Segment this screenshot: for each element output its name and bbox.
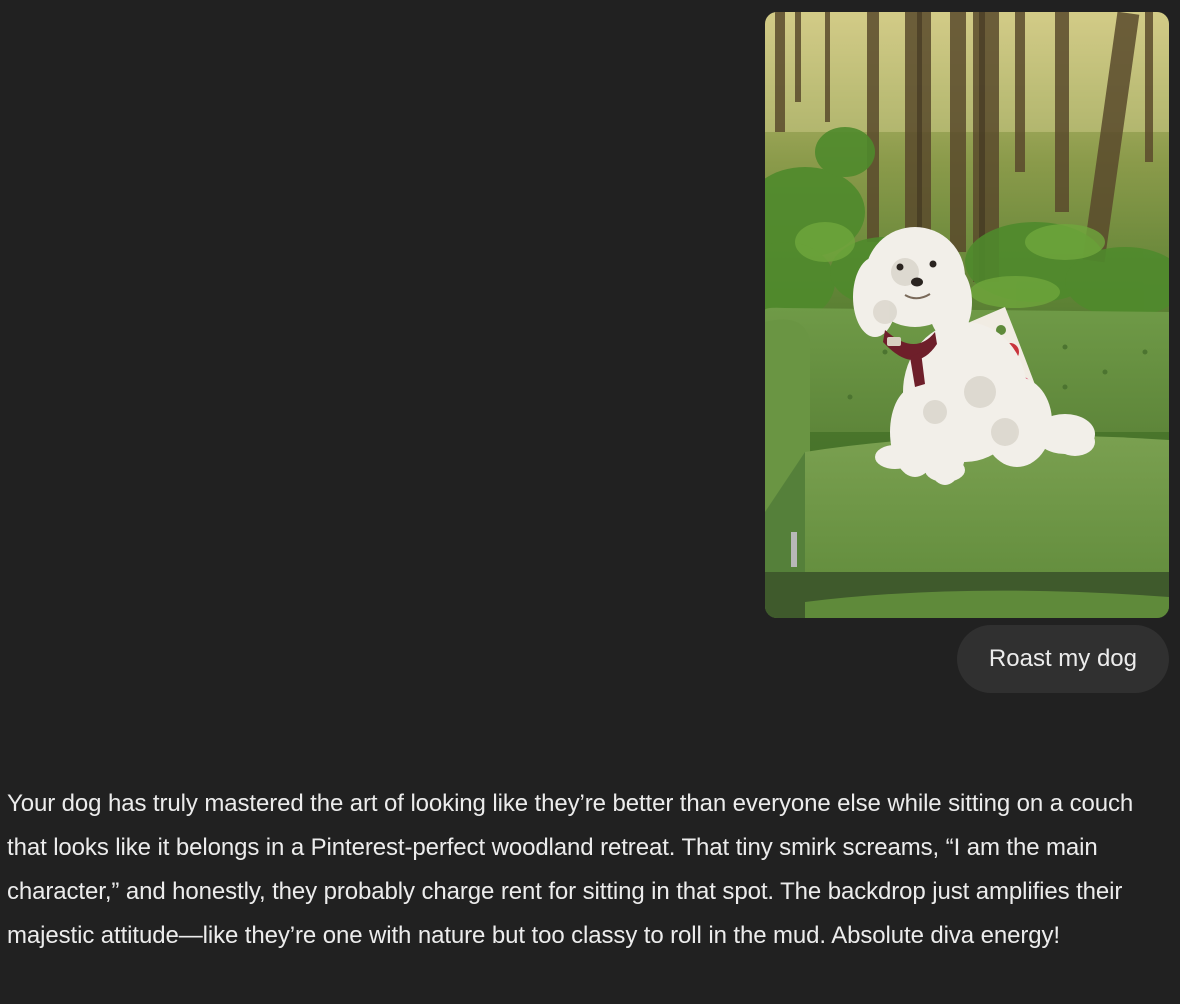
user-message-text: Roast my dog	[988, 645, 1137, 672]
dog-photo-illustration	[765, 12, 1169, 618]
chat-thread: Roast my dog Your dog has truly mastered…	[0, 0, 1180, 1004]
assistant-message-text: Your dog has truly mastered the art of l…	[7, 790, 1134, 949]
uploaded-dog-photo[interactable]	[765, 12, 1169, 618]
user-message-bubble: Roast my dog	[956, 625, 1169, 693]
